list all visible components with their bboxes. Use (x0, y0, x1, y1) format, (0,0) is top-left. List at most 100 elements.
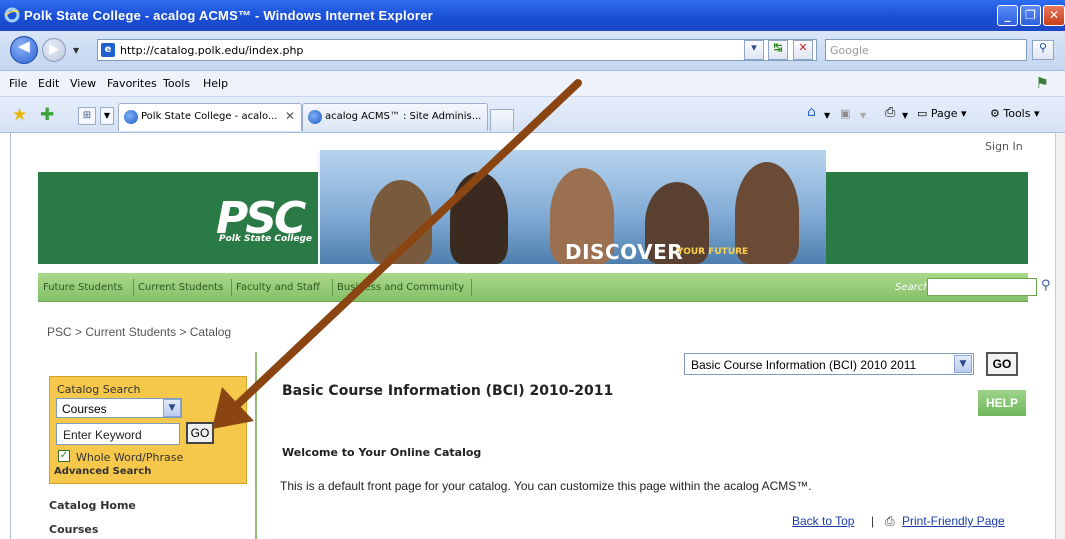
search-scope-select[interactable]: Courses ▼ (56, 398, 182, 418)
discover-tagline: DISCOVER (565, 240, 684, 264)
back-to-top-link[interactable]: Back to Top (792, 514, 854, 528)
stop-icon: ✕ (798, 41, 808, 54)
chevron-down-icon[interactable]: ▼ (954, 355, 972, 373)
ie-tab-icon (308, 110, 322, 124)
quick-tabs-button[interactable]: ⊞ (78, 107, 96, 125)
chevron-down-icon[interactable]: ▼ (824, 111, 830, 120)
help-button[interactable]: HELP (978, 390, 1026, 416)
search-icon: ⚲ (1038, 41, 1048, 54)
menu-favorites[interactable]: Favorites (107, 77, 157, 90)
stop-button[interactable]: ✕ (793, 40, 813, 60)
whole-word-checkbox[interactable]: ✓ (58, 450, 70, 462)
feeds-icon[interactable]: ▣ (840, 107, 850, 120)
search-scope-value: Courses (62, 402, 107, 416)
sign-in-link[interactable]: Sign In (985, 140, 1023, 153)
vertical-scrollbar[interactable] (1055, 133, 1065, 539)
link-separator: | (871, 514, 875, 528)
checkmark-icon: ✓ (59, 450, 69, 461)
tab-list-dropdown[interactable]: ▼ (100, 107, 114, 125)
toolbar-extension-icon[interactable]: ⚑ (1036, 74, 1049, 92)
refresh-button[interactable]: ↹ (768, 40, 788, 60)
page-heading: Basic Course Information (BCI) 2010-2011 (282, 383, 614, 399)
print-icon[interactable]: ⎙ (885, 514, 895, 529)
web-search-input[interactable]: Google (825, 39, 1027, 61)
menu-help[interactable]: Help (203, 77, 228, 90)
chevron-down-icon[interactable]: ▼ (860, 111, 866, 120)
tab-bar: ★ ✚ ⊞ ▼ Polk State College - acalo... ✕ … (0, 97, 1065, 133)
catalog-go-button[interactable]: GO (986, 352, 1018, 376)
forward-arrow-icon: ▶ (49, 42, 59, 57)
student-photo (450, 172, 508, 264)
back-button[interactable]: ◀ (10, 36, 38, 64)
url-field[interactable]: e http://catalog.polk.edu/index.php (97, 39, 817, 61)
tools-menu-button[interactable]: ⚙ Tools ▾ (990, 107, 1040, 120)
tools-menu-label: Tools (1003, 107, 1031, 120)
catalog-select-value: Basic Course Information (BCI) 2010 2011 (691, 358, 917, 372)
forward-button[interactable]: ▶ (42, 38, 66, 62)
site-search-icon[interactable]: ⚲ (1041, 278, 1051, 293)
ie-tab-icon (124, 110, 138, 124)
internet-explorer-icon (4, 7, 20, 23)
ie-page-icon: e (101, 43, 115, 57)
favorites-star-icon[interactable]: ★ (12, 105, 27, 125)
chevron-down-icon[interactable]: ▼ (163, 399, 181, 417)
intro-text: This is a default front page for your ca… (280, 479, 812, 493)
breadcrumb[interactable]: PSC > Current Students > Catalog (47, 325, 231, 339)
chevron-down-icon: ▾ (751, 41, 757, 54)
site-search-label: Search (895, 282, 930, 293)
welcome-heading: Welcome to Your Online Catalog (282, 446, 482, 459)
grid-icon: ⊞ (82, 110, 92, 121)
catalog-select[interactable]: Basic Course Information (BCI) 2010 2011… (684, 353, 974, 375)
history-dropdown-icon[interactable]: ▼ (73, 46, 79, 55)
your-future-tagline: YOUR FUTURE (677, 247, 749, 257)
menu-tools[interactable]: Tools (163, 77, 190, 90)
minimize-button[interactable]: _ (997, 5, 1018, 26)
courses-link[interactable]: Courses (49, 523, 98, 536)
url-text: http://catalog.polk.edu/index.php (120, 44, 304, 57)
nav-business-community[interactable]: Business and Community (337, 282, 464, 293)
tab-polk-state[interactable]: Polk State College - acalo... ✕ (118, 103, 302, 131)
page-menu-button[interactable]: ▭ Page ▾ (917, 107, 967, 120)
close-window-button[interactable]: ✕ (1043, 5, 1065, 26)
window-title: Polk State College - acalog ACMS™ - Wind… (24, 8, 433, 23)
keyword-go-button[interactable]: GO (186, 422, 214, 444)
sidebar-divider (255, 352, 257, 539)
page-menu-label: Page (930, 107, 958, 120)
new-tab-button[interactable] (490, 109, 514, 131)
close-tab-icon[interactable]: ✕ (285, 109, 295, 123)
chevron-down-icon[interactable]: ▼ (902, 111, 908, 120)
web-search-button[interactable]: ⚲ (1032, 40, 1054, 60)
add-favorite-icon[interactable]: ✚ (40, 105, 54, 125)
advanced-search-link[interactable]: Advanced Search (54, 466, 151, 477)
tab-acalog-admin[interactable]: acalog ACMS™ : Site Adminis... (302, 103, 488, 131)
menu-edit[interactable]: Edit (38, 77, 59, 90)
nav-faculty-staff[interactable]: Faculty and Staff (236, 282, 320, 293)
catalog-search-panel: Catalog Search Courses ▼ Enter Keyword G… (49, 376, 247, 484)
print-friendly-link[interactable]: Print-Friendly Page (902, 514, 1005, 528)
address-bar: ◀ ▶ ▼ e http://catalog.polk.edu/index.ph… (0, 31, 1065, 71)
psc-logo-subtitle: Polk State College (219, 234, 312, 244)
back-arrow-icon: ◀ (18, 37, 30, 55)
close-icon: ✕ (1048, 8, 1060, 22)
keyword-placeholder: Enter Keyword (63, 428, 142, 442)
student-photo (370, 180, 432, 264)
home-icon[interactable]: ⌂ (807, 104, 816, 120)
url-dropdown-button[interactable]: ▾ (744, 40, 764, 60)
menu-file[interactable]: File (9, 77, 27, 90)
nav-current-students[interactable]: Current Students (138, 282, 223, 293)
site-search-input[interactable] (927, 278, 1037, 296)
menu-bar: File Edit View Favorites Tools Help ⚑ (0, 71, 1065, 97)
maximize-button[interactable]: ❐ (1020, 5, 1041, 26)
menu-view[interactable]: View (70, 77, 96, 90)
catalog-home-link[interactable]: Catalog Home (49, 499, 136, 512)
page-icon: ▭ (917, 107, 928, 120)
tab-label: Polk State College - acalo... (141, 111, 278, 122)
search-placeholder: Google (830, 44, 869, 57)
window-title-bar[interactable]: Polk State College - acalog ACMS™ - Wind… (0, 0, 1065, 31)
nav-separator (471, 279, 472, 296)
print-icon[interactable]: ⎙ (885, 105, 895, 120)
minimize-icon: _ (1004, 8, 1011, 22)
nav-future-students[interactable]: Future Students (43, 282, 123, 293)
keyword-input[interactable]: Enter Keyword (56, 423, 180, 445)
whole-word-label: Whole Word/Phrase (76, 451, 184, 464)
